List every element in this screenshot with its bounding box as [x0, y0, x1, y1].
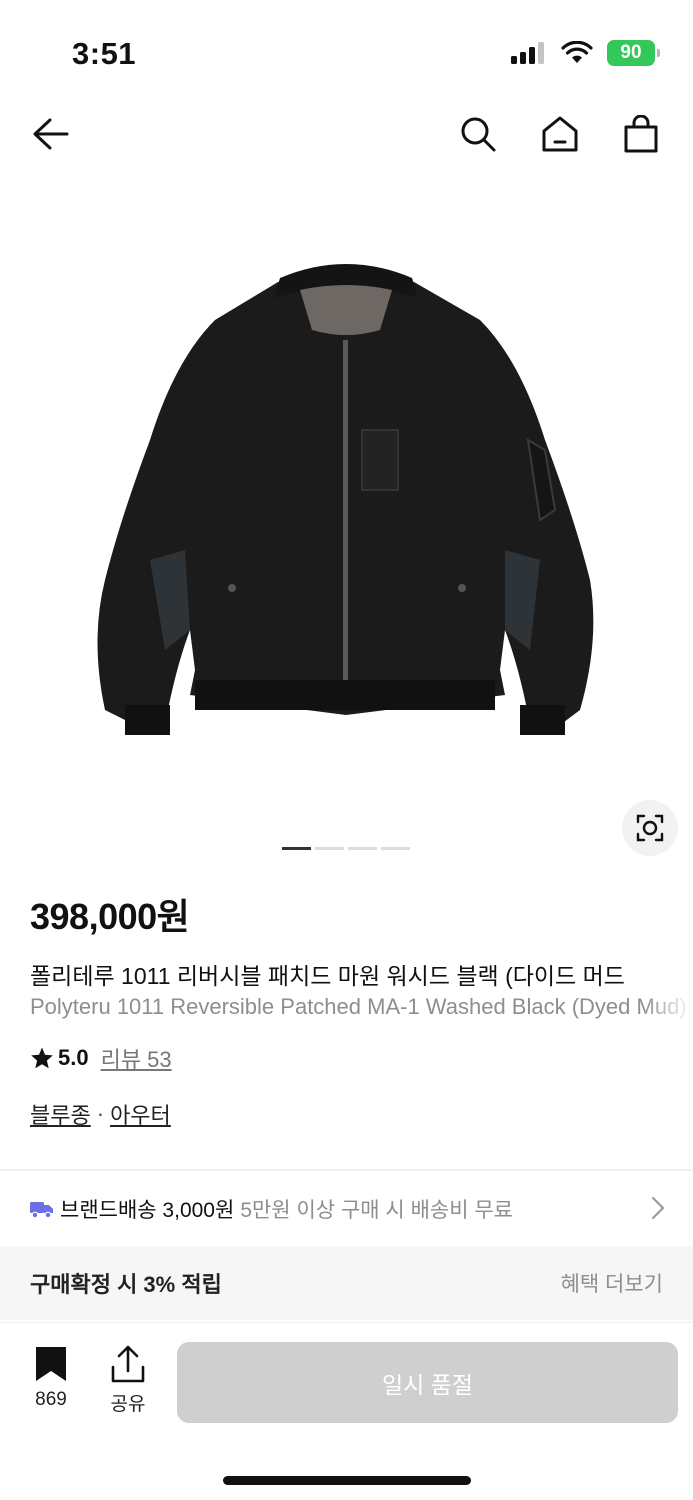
shipping-label: 브랜드배송 3,000원 — [60, 1198, 235, 1222]
rating-score: 5.0 — [58, 1045, 89, 1070]
bookmark-count: 869 — [35, 1389, 67, 1410]
category-link-blouson[interactable]: 블루종 — [30, 1098, 91, 1130]
battery-level: 90 — [620, 42, 642, 63]
points-benefit-row: 구매확정 시 3% 적립 혜택 더보기 — [0, 1246, 693, 1320]
image-search-button[interactable] — [622, 800, 678, 856]
text-fade-overlay — [643, 950, 693, 1030]
product-price: 398,000원 — [30, 896, 190, 937]
sold-out-button[interactable]: 일시 품절 — [177, 1342, 678, 1423]
pager-dot[interactable] — [348, 847, 377, 850]
pager-dot-active[interactable] — [282, 847, 311, 850]
review-link[interactable]: 리뷰 53 — [101, 1042, 172, 1074]
points-label: 구매확정 시 3% 적립 — [30, 1272, 222, 1297]
share-label: 공유 — [110, 1394, 146, 1415]
search-icon[interactable] — [458, 114, 498, 154]
rating-row: 5.0 리뷰 53 — [30, 1042, 172, 1074]
image-pager — [282, 847, 410, 850]
battery-indicator: 90 — [607, 40, 660, 66]
wifi-icon — [561, 41, 593, 63]
truck-icon — [30, 1201, 53, 1218]
chevron-right-icon — [651, 1196, 665, 1220]
bottom-action-bar: 869 공유 일시 품절 — [0, 1322, 693, 1442]
benefits-more-link[interactable]: 혜택 더보기 — [561, 1268, 663, 1298]
pager-dot[interactable] — [381, 847, 410, 850]
shopping-bag-icon[interactable] — [621, 114, 661, 154]
back-arrow-icon[interactable] — [30, 114, 70, 154]
share-button[interactable]: 공유 — [110, 1345, 146, 1416]
product-name-english: Polyteru 1011 Reversible Patched MA-1 Wa… — [30, 994, 687, 1019]
home-icon[interactable] — [540, 114, 580, 154]
camera-search-icon — [636, 814, 664, 842]
share-icon — [111, 1345, 145, 1383]
bookmark-button[interactable]: 869 — [34, 1345, 68, 1411]
bookmark-icon — [36, 1347, 66, 1381]
status-bar: 3:51 90 — [0, 0, 693, 100]
nav-bar — [0, 100, 693, 166]
shipping-condition: 5만원 이상 구매 시 배송비 무료 — [240, 1198, 514, 1222]
shipping-info-row[interactable]: 브랜드배송 3,000원 5만원 이상 구매 시 배송비 무료 — [0, 1171, 693, 1246]
home-indicator — [223, 1476, 471, 1485]
signal-icon — [511, 42, 544, 64]
star-icon — [31, 1047, 53, 1069]
product-name-korean: 폴리테루 1011 리버시블 패치드 마원 워시드 블랙 (다이드 머드 — [30, 963, 625, 989]
product-image[interactable] — [0, 190, 693, 830]
status-time: 3:51 — [72, 36, 137, 71]
pager-dot[interactable] — [315, 847, 344, 850]
category-separator: · — [96, 1101, 105, 1126]
category-breadcrumb: 블루종 · 아우터 — [30, 1098, 171, 1130]
status-indicators: 90 — [511, 40, 660, 66]
category-link-outer[interactable]: 아우터 — [110, 1098, 171, 1130]
jacket-illustration — [97, 264, 594, 735]
